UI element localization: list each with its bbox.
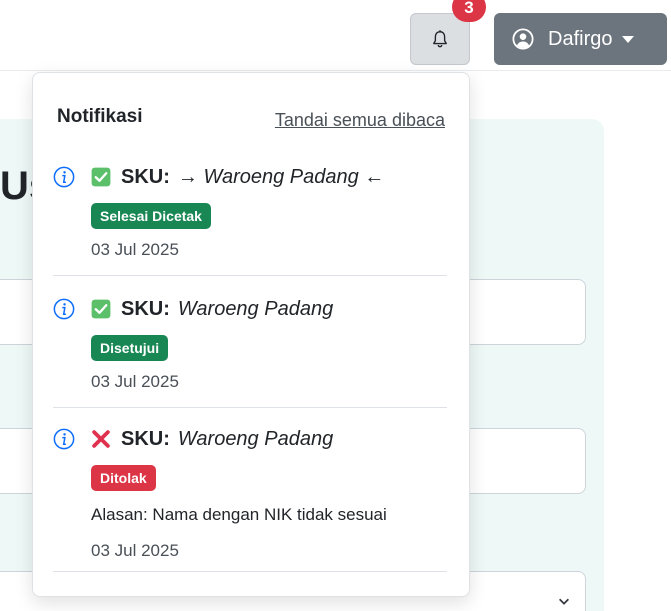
cross-icon — [92, 430, 110, 448]
notification-date: 03 Jul 2025 — [91, 372, 179, 391]
dropdown-title: Notifikasi — [57, 106, 143, 127]
notification-date: 03 Jul 2025 — [91, 240, 179, 259]
notification-item[interactable]: SKU: Waroeng Padang Disetujui 03 Jul 202… — [53, 295, 447, 408]
rejection-reason: Alasan: Nama dengan NIK tidak sesuai — [91, 505, 387, 524]
user-name: Dafirgo — [548, 27, 613, 50]
notification-dropdown: Notifikasi Tandai semua dibaca SKU: → Wa… — [32, 72, 470, 597]
notification-item[interactable]: SKU: → Waroeng Padang ← Selesai Dicetak … — [53, 163, 447, 276]
notification-item[interactable]: SKU: Waroeng Padang Ditolak Alasan: Nama… — [53, 425, 447, 572]
status-badge: Ditolak — [91, 465, 156, 491]
sku-label: SKU: — [121, 165, 170, 188]
info-icon — [53, 298, 75, 320]
bell-icon — [433, 30, 447, 48]
user-menu-button[interactable]: Dafirgo — [494, 13, 667, 65]
notification-count-badge: 3 — [452, 0, 486, 22]
info-icon — [53, 428, 75, 450]
page: Us 3 Dafirgo Notifikasi Tandai semua dib… — [0, 0, 671, 611]
status-badge: Selesai Dicetak — [91, 203, 211, 229]
user-circle-icon — [512, 28, 534, 50]
info-icon — [53, 166, 75, 188]
mark-all-read-link[interactable]: Tandai semua dibaca — [275, 110, 445, 131]
chevron-down-icon — [559, 598, 569, 605]
sku-name: Waroeng Padang — [177, 297, 334, 320]
sku-label: SKU: — [121, 427, 170, 450]
caret-down-icon — [622, 35, 635, 43]
sku-name: → Waroeng Padang ← — [177, 165, 385, 188]
check-box-icon — [91, 167, 111, 187]
sku-label: SKU: — [121, 297, 170, 320]
check-box-icon — [91, 299, 111, 319]
status-badge: Disetujui — [91, 335, 169, 361]
notification-date: 03 Jul 2025 — [91, 541, 179, 560]
header-divider — [0, 70, 671, 71]
sku-name: Waroeng Padang — [177, 427, 334, 450]
